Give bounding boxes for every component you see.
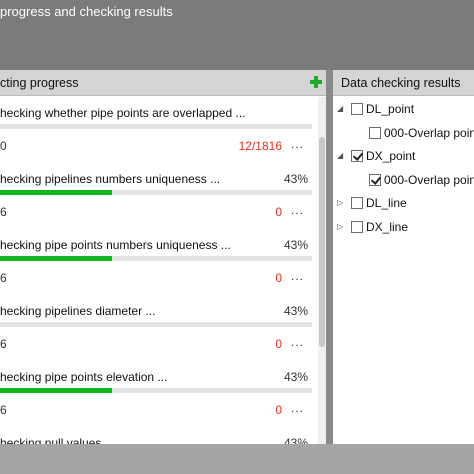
task-percent: 43% <box>283 436 308 444</box>
task-more-button[interactable]: ... <box>291 137 304 151</box>
task-percent: 43% <box>283 304 308 318</box>
tree-label: 000-Overlap point <box>384 172 474 187</box>
tree-label: DL_line <box>366 196 407 210</box>
progress-bar <box>0 124 312 129</box>
task-list-scrollbar[interactable] <box>318 97 326 444</box>
task-row: hecking pipelines diameter ... 43% 6 0... <box>0 295 318 361</box>
tree-label: DX_line <box>366 219 409 234</box>
task-error-count: 0 <box>275 337 282 351</box>
progress-bar-fill <box>0 190 113 195</box>
task-more-button[interactable]: ... <box>291 401 304 415</box>
progress-bar <box>0 190 312 195</box>
scrollbar-thumb[interactable] <box>319 137 325 347</box>
window-title: progress and checking results <box>0 4 173 19</box>
tree-checkbox[interactable] <box>351 103 363 115</box>
tree-checkbox[interactable] <box>369 173 381 186</box>
task-name: hecking pipelines numbers uniqueness ... <box>0 172 221 186</box>
task-percent: 43% <box>283 370 308 384</box>
task-sub-value: 6 <box>0 271 7 285</box>
progress-bar <box>0 256 312 261</box>
tree-checkbox[interactable] <box>369 126 381 139</box>
task-row: hecking pipe points elevation ... 43% 6 0..… <box>0 361 318 427</box>
tree-label: DX_point <box>366 149 416 163</box>
task-error-count: 12/1816 <box>238 139 282 153</box>
task-error-count: 0 <box>275 271 282 285</box>
progress-bar-fill <box>0 256 113 261</box>
task-row: hecking pipe points numbers uniqueness .… <box>0 229 318 295</box>
task-name: hecking pipe points numbers uniqueness .… <box>0 238 231 252</box>
task-name: hecking whether pipe points are overlapp… <box>0 106 246 120</box>
progress-bar <box>0 388 312 393</box>
status-bar <box>0 444 474 474</box>
task-list: hecking whether pipe points are overlapp… <box>0 97 318 444</box>
progress-bar <box>0 322 312 327</box>
plus-icon[interactable] <box>309 75 323 89</box>
task-more-button[interactable]: ... <box>291 335 304 349</box>
checking-results-pane: Data checking results ◢ DL_point 000-Overl… <box>333 70 474 444</box>
task-name: hecking pipe points elevation ... <box>0 370 168 384</box>
task-sub-value: 6 <box>0 205 7 219</box>
task-more-button[interactable]: ... <box>291 203 304 217</box>
task-sub-value: 0 <box>0 139 7 153</box>
task-error-count: 0 <box>275 205 282 219</box>
triangle-down-icon[interactable]: ◢ <box>337 105 345 113</box>
progress-pane-header: cting progress <box>0 70 326 96</box>
results-pane-header: Data checking results <box>333 70 474 96</box>
task-sub-value: 6 <box>0 337 7 351</box>
tree-checkbox[interactable] <box>351 150 363 162</box>
tree-label: 000-Overlap point <box>384 125 474 140</box>
task-percent: 43% <box>283 238 308 252</box>
triangle-right-icon[interactable]: ▷ <box>337 222 345 231</box>
tree-checkbox[interactable] <box>351 197 363 209</box>
task-more-button[interactable]: ... <box>291 269 304 283</box>
triangle-down-icon[interactable]: ◢ <box>337 152 345 160</box>
progress-pane-title: cting progress <box>0 76 79 90</box>
tree-checkbox[interactable] <box>351 220 363 233</box>
task-row: hecking pipelines numbers uniqueness ...… <box>0 163 318 229</box>
task-name: hecking null values <box>0 436 102 444</box>
triangle-right-icon[interactable]: ▷ <box>337 199 345 207</box>
window-titlebar: progress and checking results <box>0 0 474 70</box>
results-pane-title: Data checking results <box>341 76 461 90</box>
task-row: hecking whether pipe points are overlapp… <box>0 97 318 163</box>
tree-label: DL_point <box>366 102 415 116</box>
checking-progress-pane: cting progress hecking whether pipe poin… <box>0 70 326 444</box>
task-name: hecking pipelines diameter ... <box>0 304 156 318</box>
progress-bar-fill <box>0 388 113 393</box>
task-row: hecking null values 43% <box>0 427 318 444</box>
task-error-count: 0 <box>275 403 282 417</box>
task-sub-value: 6 <box>0 403 7 417</box>
task-percent: 43% <box>283 172 308 186</box>
